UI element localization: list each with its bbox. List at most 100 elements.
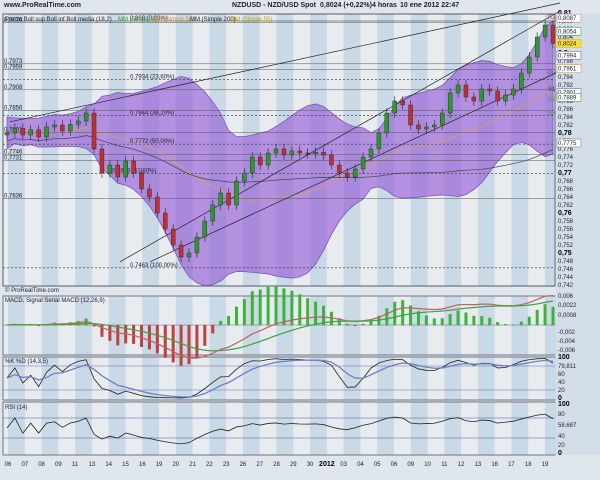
candle xyxy=(218,192,223,206)
x-tick: 30 xyxy=(307,462,314,468)
y-tick: 0,77 xyxy=(558,170,572,177)
x-tick: 09 xyxy=(407,462,414,468)
macd-hist-bar xyxy=(266,286,270,326)
macd-hist-bar xyxy=(108,325,112,341)
rsi-tick: 58,687 xyxy=(558,423,577,429)
day-stripe xyxy=(41,14,59,286)
day-stripe xyxy=(209,402,227,455)
day-stripe xyxy=(377,357,394,400)
y-tick: 0,784 xyxy=(558,115,574,121)
x-tick: 07 xyxy=(21,462,28,468)
rsi-tick: 20 xyxy=(558,443,565,449)
macd-hist-bar xyxy=(464,312,468,326)
macd-hist-bar xyxy=(432,318,436,326)
macd-tick: 0,0022 xyxy=(558,303,577,309)
x-tick: 20 xyxy=(172,462,179,468)
fib-label: 0,7934 (23,60%) xyxy=(130,74,174,80)
left-level-label: 0,7908 xyxy=(4,85,23,91)
candle xyxy=(392,100,397,114)
rsi-tick: 40 xyxy=(558,434,565,440)
day-stripe xyxy=(377,402,394,455)
macd-tick: -0,004 xyxy=(558,339,576,345)
candle xyxy=(194,236,200,254)
day-stripe xyxy=(444,402,462,455)
fib-label: 0,7463 (100,00%) xyxy=(130,263,178,269)
macd-hist-bar xyxy=(535,309,539,326)
macd-hist-bar xyxy=(488,317,492,326)
y-tick: 0,752 xyxy=(558,243,574,249)
candle xyxy=(360,156,366,170)
stoch-tick: 20 xyxy=(558,388,565,394)
fib-label: 0,7844 (38,20%) xyxy=(130,110,174,116)
price-box-label: 0,7775 xyxy=(558,141,577,147)
day-stripe xyxy=(142,402,160,455)
candle xyxy=(495,90,500,102)
price-chart[interactable]: 0,808 (0,00%)0,7934 (23,60%)0,7844 (38,2… xyxy=(0,0,600,480)
candle xyxy=(52,124,57,128)
y-tick: 0,774 xyxy=(558,155,574,161)
macd-hist-bar xyxy=(496,322,500,326)
ma200-legend: MM (Simple 200) xyxy=(190,17,236,23)
macd-hist-bar xyxy=(234,306,238,326)
candle xyxy=(384,112,390,134)
x-tick: 10 xyxy=(424,462,431,468)
left-level-label: 0,7731 xyxy=(4,156,23,162)
y-tick: 0,768 xyxy=(558,179,574,185)
candle xyxy=(313,151,318,154)
pivot-label: R2 xyxy=(548,15,556,21)
day-stripe xyxy=(276,357,294,400)
price-box-label: 0,7994 xyxy=(558,53,577,59)
macd-tick: -0,002 xyxy=(558,330,576,336)
macd-hist-bar xyxy=(140,325,144,347)
candle xyxy=(83,112,89,122)
candle xyxy=(60,124,65,132)
candle xyxy=(139,172,144,190)
macd-hist-bar xyxy=(171,325,175,363)
candle xyxy=(527,56,532,74)
x-tick: 08 xyxy=(38,462,45,468)
price-box-label: 0,8024 xyxy=(558,41,577,47)
x-tick: 12 xyxy=(458,462,465,468)
y-tick: 0,776 xyxy=(558,147,574,153)
x-tick: 16 xyxy=(139,462,146,468)
x-tick: 22 xyxy=(206,462,213,468)
macd-hist-bar xyxy=(345,323,349,326)
x-tick: 13 xyxy=(475,462,482,468)
candle xyxy=(416,124,421,130)
x-tick: 17 xyxy=(508,462,515,468)
candle xyxy=(147,188,152,198)
candle xyxy=(432,124,437,128)
candle xyxy=(289,150,295,156)
macd-hist-bar xyxy=(274,285,278,326)
rsi-tick: 100 xyxy=(558,401,570,408)
price-box-label: 0,8054 xyxy=(558,29,577,35)
macd-hist-bar xyxy=(329,311,333,326)
y-tick: 0,75 xyxy=(558,250,572,257)
macd-hist-bar xyxy=(155,325,159,354)
candle xyxy=(91,112,97,150)
macd-hist-bar xyxy=(393,301,397,326)
x-tick: 29 xyxy=(290,462,297,468)
day-stripe xyxy=(242,402,260,455)
y-tick: 0,786 xyxy=(558,107,574,113)
candle xyxy=(202,220,208,238)
macd-hist-bar xyxy=(258,289,262,326)
day-stripe xyxy=(75,357,92,400)
left-level-label: 0,7856 xyxy=(4,106,23,112)
y-tick: 0,758 xyxy=(558,219,574,225)
x-tick: 23 xyxy=(223,462,230,468)
y-tick: 0,772 xyxy=(558,163,574,169)
pivot-label: S3 xyxy=(548,111,556,117)
x-tick: 09 xyxy=(55,462,62,468)
candle xyxy=(471,96,477,102)
main-legend: Precio Boll sup Boll inf Boll media (18,… xyxy=(5,17,112,23)
macd-hist-bar xyxy=(92,325,96,327)
day-stripe xyxy=(276,402,294,455)
candle xyxy=(424,126,429,130)
macd-hist-bar xyxy=(456,310,460,326)
macd-hist-bar xyxy=(227,315,231,326)
y-tick: 0,742 xyxy=(558,283,574,289)
stoch-tick: 40 xyxy=(558,380,565,386)
macd-hist-bar xyxy=(472,315,476,326)
candle xyxy=(281,148,287,156)
